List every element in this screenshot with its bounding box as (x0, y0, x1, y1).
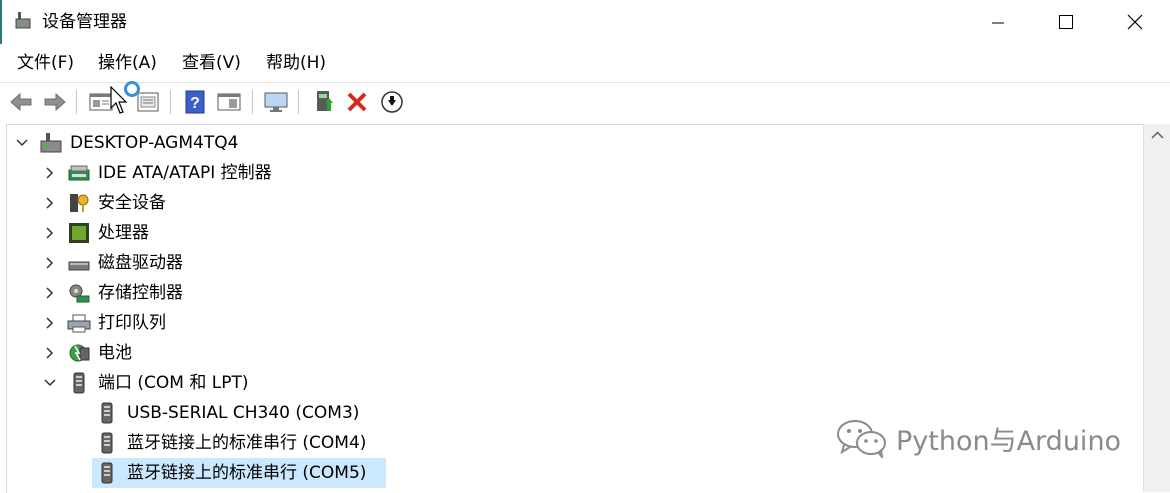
toolbar-separator (170, 90, 171, 114)
menu-action[interactable]: 操作(A) (98, 51, 157, 75)
minimize-button[interactable] (963, 0, 1033, 44)
port-icon (73, 372, 85, 394)
maximize-icon (1059, 15, 1073, 29)
device-manager-icon (15, 12, 31, 29)
tree-device-com5[interactable]: 蓝牙链接上的标准串行 (COM5) (7, 458, 1137, 488)
menu-view[interactable]: 查看(V) (182, 51, 241, 75)
view-icon[interactable] (216, 89, 242, 115)
monitor-icon[interactable] (263, 89, 289, 115)
tree-category-ide[interactable]: IDE ATA/ATAPI 控制器 (7, 158, 1137, 188)
svg-text:?: ? (190, 95, 200, 112)
wechat-logo-icon (837, 420, 886, 458)
disable-icon[interactable] (379, 89, 405, 115)
maximize-button[interactable] (1031, 0, 1101, 44)
security-device-icon (70, 194, 89, 212)
chevron-right-icon[interactable] (43, 316, 57, 330)
menu-help[interactable]: 帮助(H) (266, 51, 326, 75)
tree-category-label: 打印队列 (98, 313, 166, 333)
tree-device-label: 蓝牙链接上的标准串行 (COM4) (127, 433, 367, 453)
tree-category-label: 处理器 (98, 223, 149, 243)
tree-category-print-queue[interactable]: 打印队列 (7, 308, 1137, 338)
tree-root[interactable]: DESKTOP-AGM4TQ4 (7, 128, 1137, 158)
ide-controller-icon (68, 165, 90, 181)
tree-category-label: IDE ATA/ATAPI 控制器 (98, 163, 272, 183)
minimize-icon (992, 22, 1004, 24)
tree-category-security[interactable]: 安全设备 (7, 188, 1137, 218)
processor-icon (69, 223, 89, 243)
chevron-right-icon[interactable] (43, 166, 57, 180)
toolbar: ? (0, 82, 1170, 121)
tree-category-disk[interactable]: 磁盘驱动器 (7, 248, 1137, 278)
tree-category-storage[interactable]: 存储控制器 (7, 278, 1137, 308)
toolbar-separator (252, 90, 253, 114)
chevron-right-icon[interactable] (43, 256, 57, 270)
serial-port-icon (101, 402, 113, 424)
toolbar-separator (76, 90, 77, 114)
uninstall-icon[interactable] (344, 89, 370, 115)
mouse-pointer-icon (110, 86, 128, 114)
menu-bar: 文件(F) 操作(A) 查看(V) 帮助(H) (0, 44, 1170, 82)
chevron-down-icon[interactable] (43, 376, 57, 390)
chevron-down-icon[interactable] (15, 136, 29, 150)
update-driver-icon[interactable] (311, 89, 337, 115)
window-edge (0, 0, 2, 44)
tree-category-label: 安全设备 (98, 193, 166, 213)
help-icon[interactable]: ? (182, 89, 208, 115)
tree-category-label: 电池 (98, 343, 132, 363)
vertical-scrollbar[interactable] (1143, 124, 1170, 492)
tree-category-battery[interactable]: 电池 (7, 338, 1137, 368)
disk-drive-icon (68, 261, 90, 271)
back-icon[interactable] (8, 89, 34, 115)
tree-device-label: USB-SERIAL CH340 (COM3) (127, 403, 360, 423)
serial-port-icon (101, 462, 113, 484)
close-button[interactable] (1100, 0, 1170, 44)
tree-category-processor[interactable]: 处理器 (7, 218, 1137, 248)
tree-device-label: 蓝牙链接上的标准串行 (COM5) (127, 463, 367, 483)
serial-port-icon (101, 432, 113, 454)
tree-category-ports[interactable]: 端口 (COM 和 LPT) (7, 368, 1137, 398)
chevron-right-icon[interactable] (43, 346, 57, 360)
storage-controller-icon (69, 284, 90, 303)
watermark-text: Python与Arduino (896, 425, 1122, 457)
window-title: 设备管理器 (42, 12, 127, 32)
tree-category-label: 端口 (COM 和 LPT) (98, 373, 249, 393)
close-icon (1127, 14, 1143, 30)
battery-icon (69, 344, 90, 362)
tree-root-label: DESKTOP-AGM4TQ4 (70, 133, 239, 153)
computer-icon (40, 133, 62, 153)
menu-file[interactable]: 文件(F) (17, 51, 74, 75)
chevron-right-icon[interactable] (43, 196, 57, 210)
toolbar-separator (298, 90, 299, 114)
watermark: Python与Arduino (836, 418, 1121, 458)
tree-category-label: 存储控制器 (98, 283, 183, 303)
print-queue-icon (67, 314, 91, 333)
chevron-right-icon[interactable] (43, 286, 57, 300)
title-bar: 设备管理器 (0, 0, 1170, 44)
forward-icon[interactable] (42, 89, 68, 115)
chevron-right-icon[interactable] (43, 226, 57, 240)
tree-category-label: 磁盘驱动器 (98, 253, 183, 273)
scroll-up-icon[interactable] (1144, 124, 1170, 148)
